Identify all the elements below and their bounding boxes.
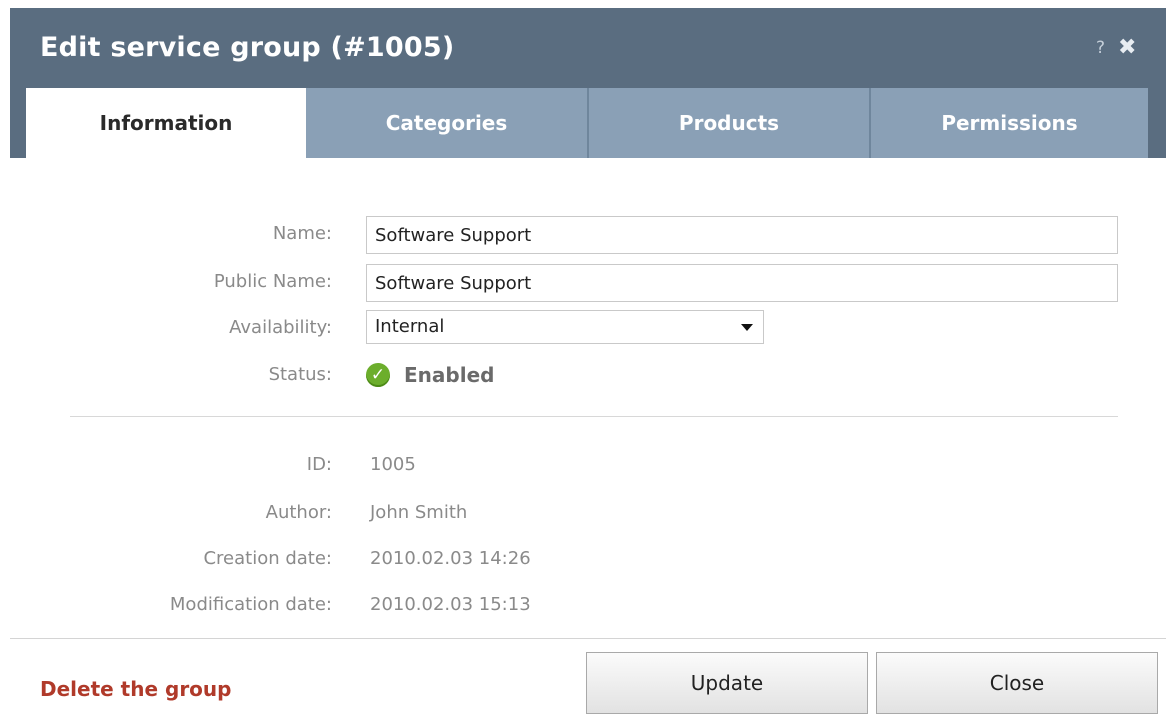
information-panel: Name: Public Name: Availability: Interna… bbox=[10, 158, 1166, 638]
modification-date-row: Modification date: 2010.02.03 15:13 bbox=[10, 585, 1166, 625]
status-value: Enabled bbox=[404, 363, 495, 387]
public-name-label: Public Name: bbox=[213, 271, 332, 292]
close-button[interactable]: Close bbox=[876, 652, 1158, 714]
section-divider bbox=[70, 416, 1118, 417]
tab-bar: Information Categories Products Permissi… bbox=[26, 88, 1148, 158]
tab-categories[interactable]: Categories bbox=[306, 88, 587, 158]
check-circle-icon: ✓ bbox=[366, 363, 390, 387]
name-label: Name: bbox=[272, 223, 332, 244]
name-field[interactable] bbox=[366, 216, 1118, 254]
availability-select[interactable]: Internal bbox=[366, 310, 764, 344]
creation-date-row: Creation date: 2010.02.03 14:26 bbox=[10, 539, 1166, 579]
modification-date-value: 2010.02.03 15:13 bbox=[370, 594, 531, 615]
edit-service-group-dialog: Edit service group (#1005) ? ✖ Informati… bbox=[10, 8, 1166, 718]
tab-information[interactable]: Information bbox=[26, 88, 306, 158]
close-icon[interactable]: ✖ bbox=[1118, 35, 1136, 60]
author-label: Author: bbox=[265, 502, 332, 523]
id-value: 1005 bbox=[370, 454, 416, 475]
tab-products[interactable]: Products bbox=[587, 88, 869, 158]
status-label: Status: bbox=[268, 364, 332, 385]
update-button[interactable]: Update bbox=[586, 652, 868, 714]
availability-label: Availability: bbox=[229, 317, 332, 338]
name-row: Name: bbox=[10, 214, 1166, 254]
author-row: Author: John Smith bbox=[10, 493, 1166, 533]
id-row: ID: 1005 bbox=[10, 445, 1166, 485]
status-indicator: ✓ Enabled bbox=[366, 355, 494, 395]
dialog-title: Edit service group (#1005) bbox=[40, 32, 455, 63]
status-row: Status: ✓ Enabled bbox=[10, 355, 1166, 395]
help-icon[interactable]: ? bbox=[1096, 38, 1105, 58]
modification-date-label: Modification date: bbox=[169, 594, 332, 615]
creation-date-value: 2010.02.03 14:26 bbox=[370, 548, 531, 569]
availability-value: Internal bbox=[375, 316, 445, 337]
delete-group-link[interactable]: Delete the group bbox=[40, 677, 231, 701]
id-label: ID: bbox=[306, 454, 332, 475]
tab-permissions[interactable]: Permissions bbox=[869, 88, 1148, 158]
dialog-titlebar: Edit service group (#1005) ? ✖ bbox=[10, 8, 1166, 88]
author-value: John Smith bbox=[370, 502, 468, 523]
public-name-field[interactable] bbox=[366, 264, 1118, 302]
availability-row: Availability: Internal bbox=[10, 308, 1166, 348]
chevron-down-icon bbox=[741, 324, 753, 331]
dialog-footer: Delete the group Update Close bbox=[10, 638, 1166, 718]
public-name-row: Public Name: bbox=[10, 262, 1166, 302]
creation-date-label: Creation date: bbox=[203, 548, 332, 569]
